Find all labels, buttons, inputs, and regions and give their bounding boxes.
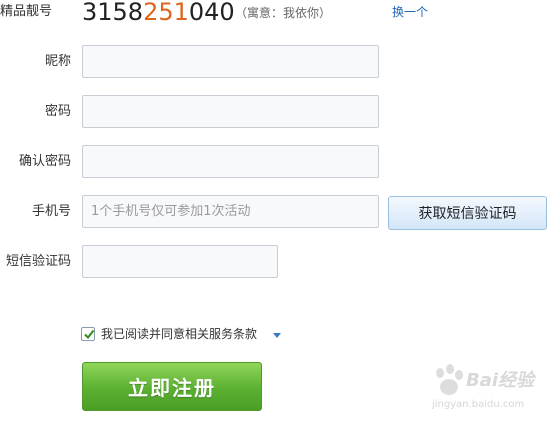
number-meaning: （寓意：我依你） [235, 6, 332, 20]
number-suffix: 040 [188, 0, 235, 26]
number-section-label: 精品靓号 [0, 4, 53, 19]
confirm-password-label: 确认密码 [18, 154, 71, 169]
nickname-input[interactable] [82, 45, 379, 78]
phone-input[interactable] [82, 195, 379, 228]
agreement-text: 我已阅读并同意相关服务条款 [101, 327, 258, 341]
password-label: 密码 [44, 104, 71, 119]
premium-number: 3158251040 [82, 0, 235, 28]
paw-logo-icon [436, 364, 463, 395]
checkmark-icon [84, 329, 95, 340]
terms-dropdown-icon[interactable] [273, 333, 281, 338]
watermark-brand: Bai经验 [466, 370, 535, 391]
watermark-url: jingyan.baidu.com [432, 399, 525, 410]
confirm-password-input[interactable] [82, 145, 379, 178]
sms-code-input[interactable] [82, 245, 278, 278]
password-input[interactable] [82, 95, 379, 128]
get-sms-code-button[interactable]: 获取短信验证码 [388, 196, 547, 230]
agreement-checkbox[interactable] [81, 327, 95, 341]
phone-label: 手机号 [31, 204, 71, 219]
baidu-watermark: Bai经验 jingyan.baidu.com [428, 360, 558, 422]
swap-number-link[interactable]: 换一个 [392, 4, 428, 20]
register-button[interactable]: 立即注册 [82, 362, 262, 411]
sms-code-label: 短信验证码 [5, 254, 71, 269]
number-prefix: 3158 [82, 0, 144, 26]
number-highlight: 251 [143, 0, 189, 26]
nickname-label: 昵称 [44, 54, 71, 69]
